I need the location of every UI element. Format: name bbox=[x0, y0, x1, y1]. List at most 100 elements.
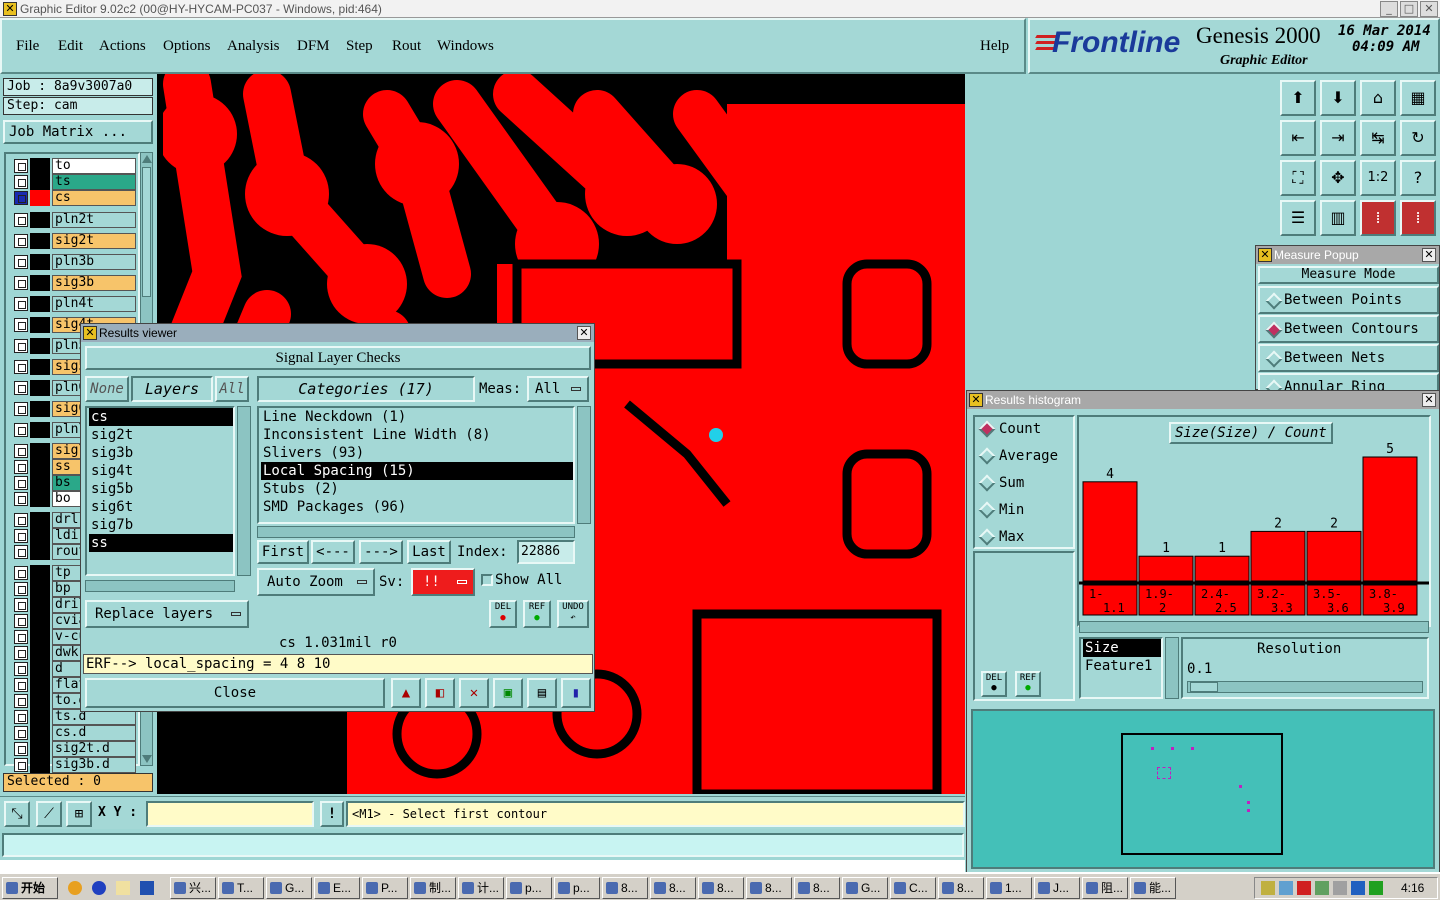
taskbar-item[interactable]: J... bbox=[1034, 877, 1080, 899]
layer-checkbox[interactable] bbox=[14, 191, 28, 205]
layer-checkbox[interactable] bbox=[14, 582, 28, 596]
layer-checkbox[interactable] bbox=[14, 213, 28, 227]
layer-checkbox[interactable] bbox=[14, 545, 28, 559]
radio-icon[interactable] bbox=[978, 528, 996, 546]
overview-map[interactable] bbox=[971, 709, 1435, 869]
taskbar-item[interactable]: 8... bbox=[746, 877, 792, 899]
histogram-bar[interactable] bbox=[1306, 530, 1362, 582]
histogram-mode-label[interactable]: Average bbox=[999, 448, 1058, 464]
histogram-mode-label[interactable]: Max bbox=[999, 529, 1024, 545]
ref-button[interactable]: REF ● bbox=[523, 600, 551, 628]
snap-icon[interactable]: ⟋ bbox=[36, 801, 62, 827]
zoom-box-icon[interactable]: ⤡ bbox=[4, 801, 30, 827]
scroll-thumb[interactable] bbox=[142, 167, 151, 297]
taskbar-item[interactable]: 8... bbox=[938, 877, 984, 899]
histogram-icon[interactable]: ▮ bbox=[561, 678, 591, 708]
taskbar-item[interactable]: G... bbox=[842, 877, 888, 899]
radio-icon[interactable] bbox=[1265, 350, 1283, 368]
alert-icon[interactable]: ! bbox=[320, 801, 344, 827]
category-item[interactable]: SMD Packages (96) bbox=[261, 498, 573, 516]
scale-1-2-icon[interactable]: 1:2 bbox=[1360, 160, 1396, 196]
maximize-button[interactable]: □ bbox=[1400, 1, 1418, 17]
layer-row-to[interactable]: to bbox=[14, 158, 136, 174]
category-item[interactable]: Slivers (93) bbox=[261, 444, 573, 462]
hist-ref-button[interactable]: REF ● bbox=[1015, 671, 1041, 697]
show-all-checkbox[interactable] bbox=[481, 574, 493, 586]
rotate-icon[interactable]: ↻ bbox=[1400, 120, 1436, 156]
command-input[interactable] bbox=[2, 833, 964, 857]
histogram-bar[interactable] bbox=[1082, 481, 1138, 582]
layer-row-pln2t[interactable]: pln2t bbox=[14, 212, 136, 228]
auto-zoom-dropdown[interactable]: Auto Zoom bbox=[257, 568, 375, 596]
histogram-bar[interactable] bbox=[1194, 555, 1250, 582]
tray-icon-2[interactable] bbox=[1279, 881, 1293, 895]
layer-row-sig2t.d[interactable]: sig2t.d bbox=[14, 741, 136, 757]
layer-checkbox[interactable] bbox=[14, 360, 28, 374]
tray-icon-1[interactable] bbox=[1261, 881, 1275, 895]
results-viewer-close-x[interactable]: ✕ bbox=[577, 326, 591, 340]
layer-checkbox[interactable] bbox=[14, 175, 28, 189]
taskbar-item[interactable]: 阻... bbox=[1082, 877, 1128, 899]
taskbar-item[interactable]: G... bbox=[266, 877, 312, 899]
grid-snap-icon[interactable]: ⊞ bbox=[66, 801, 92, 827]
taskbar-item[interactable]: P... bbox=[362, 877, 408, 899]
category-item[interactable]: Inconsistent Line Width (8) bbox=[261, 426, 573, 444]
result-layer-item[interactable]: sig5b bbox=[89, 480, 233, 498]
layer-checkbox[interactable] bbox=[14, 381, 28, 395]
radio-icon[interactable] bbox=[978, 474, 996, 492]
layer-checkbox[interactable] bbox=[14, 710, 28, 724]
layer-checkbox[interactable] bbox=[14, 742, 28, 756]
layer-row-cs[interactable]: cs bbox=[14, 190, 136, 206]
sv-dropdown[interactable]: !! bbox=[411, 568, 475, 596]
layers-red-2-icon[interactable]: ⁞ bbox=[1400, 200, 1436, 236]
taskbar-item[interactable]: p... bbox=[554, 877, 600, 899]
category-item[interactable]: Line Neckdown (1) bbox=[261, 408, 573, 426]
job-matrix-button[interactable]: Job Matrix ... bbox=[3, 120, 153, 144]
globe-icon[interactable] bbox=[92, 881, 106, 895]
next-button[interactable]: ---> bbox=[359, 540, 403, 564]
layer-checkbox[interactable] bbox=[14, 513, 28, 527]
layer-checkbox[interactable] bbox=[14, 678, 28, 692]
taskbar-item[interactable]: 能... bbox=[1130, 877, 1176, 899]
xy-input[interactable] bbox=[146, 801, 314, 827]
menu-dfm[interactable]: DFM bbox=[297, 38, 330, 55]
layer-row-pln4t[interactable]: pln4t bbox=[14, 296, 136, 312]
layer-checkbox[interactable] bbox=[14, 694, 28, 708]
taskbar-item[interactable]: 8... bbox=[794, 877, 840, 899]
chart-scrollbar[interactable] bbox=[1079, 621, 1429, 633]
layer-row-ts[interactable]: ts bbox=[14, 174, 136, 190]
layer-checkbox[interactable] bbox=[14, 255, 28, 269]
histogram-mode-label[interactable]: Min bbox=[999, 502, 1024, 518]
menu-edit[interactable]: Edit bbox=[58, 38, 83, 55]
layers-red-icon[interactable]: ⁞ bbox=[1360, 200, 1396, 236]
histogram-close-button[interactable]: ✕ bbox=[1422, 393, 1436, 407]
layer-row-sig3b.d[interactable]: sig3b.d bbox=[14, 757, 136, 773]
histogram-bar[interactable] bbox=[1362, 456, 1418, 582]
radio-icon[interactable] bbox=[978, 447, 996, 465]
edit-app-icon[interactable] bbox=[116, 881, 130, 895]
zoom-down-icon[interactable]: ⬇ bbox=[1320, 80, 1356, 116]
category-item[interactable]: Local Spacing (15) bbox=[261, 462, 573, 480]
report-icon[interactable]: ◧ bbox=[425, 678, 455, 708]
layer-checkbox[interactable] bbox=[14, 318, 28, 332]
layer-row-cs.d[interactable]: cs.d bbox=[14, 725, 136, 741]
layer-row-sig3b[interactable]: sig3b bbox=[14, 275, 136, 291]
taskbar-item[interactable]: 计... bbox=[458, 877, 504, 899]
layer-checkbox[interactable] bbox=[14, 444, 28, 458]
size-list-item[interactable]: Feature1 bbox=[1083, 657, 1161, 675]
export-icon[interactable]: ▲ bbox=[391, 678, 421, 708]
menu-analysis[interactable]: Analysis bbox=[227, 38, 280, 55]
radio-icon[interactable] bbox=[978, 501, 996, 519]
category-item[interactable]: Stubs (2) bbox=[261, 480, 573, 498]
first-button[interactable]: First bbox=[257, 540, 309, 564]
save-app-icon[interactable] bbox=[140, 881, 154, 895]
taskbar-item[interactable]: 8... bbox=[650, 877, 696, 899]
result-layer-item[interactable]: sig4t bbox=[89, 462, 233, 480]
taskbar-item[interactable]: E... bbox=[314, 877, 360, 899]
fit-all-icon[interactable]: ⛶ bbox=[1280, 160, 1316, 196]
menu-rout[interactable]: Rout bbox=[392, 38, 421, 55]
layer-checkbox[interactable] bbox=[14, 566, 28, 580]
histogram-mode-label[interactable]: Count bbox=[999, 421, 1041, 437]
zoom-up-icon[interactable]: ⬆ bbox=[1280, 80, 1316, 116]
taskbar-item[interactable]: 制... bbox=[410, 877, 456, 899]
